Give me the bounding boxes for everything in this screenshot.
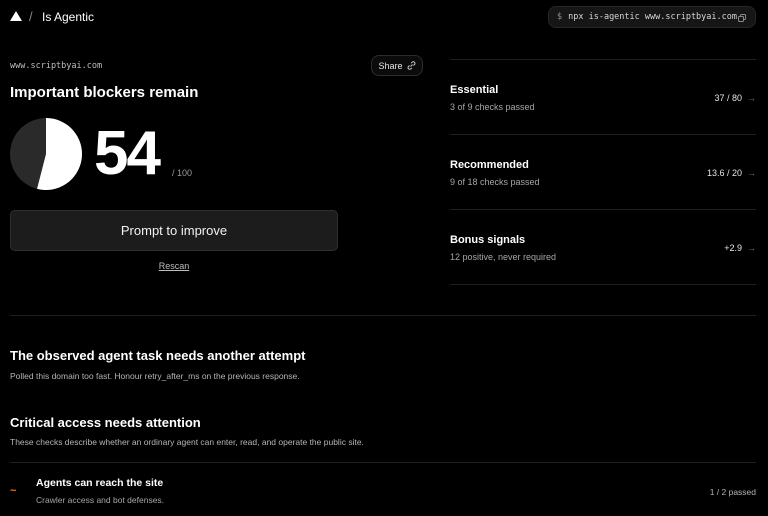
item-title: Agents can reach the site [36, 477, 164, 489]
check-row-essential[interactable]: Essential 3 of 9 checks passed 37 / 80 → [450, 60, 756, 135]
warning-marker-icon: ~ [10, 485, 17, 497]
check-title: Recommended [450, 159, 529, 171]
status-headline: Important blockers remain [10, 84, 199, 101]
check-title: Essential [450, 84, 499, 96]
agent-task-title: The observed agent task needs another at… [10, 348, 306, 363]
share-button[interactable]: Share [371, 55, 423, 76]
copy-icon[interactable] [738, 14, 746, 22]
list-divider [10, 462, 756, 463]
check-row-recommended[interactable]: Recommended 9 of 18 checks passed 13.6 /… [450, 135, 756, 210]
prompt-to-improve-button[interactable]: Prompt to improve [10, 210, 338, 251]
critical-access-text: These checks describe whether an ordinar… [10, 437, 364, 447]
command-text: npx is-agentic www.scriptbyai.com [568, 12, 738, 22]
score-max: / 100 [172, 168, 193, 178]
shell-prompt: $ [557, 12, 563, 22]
check-score: +2.9 [724, 243, 742, 253]
arrow-right-icon: → [747, 93, 756, 103]
score-value: 54 [94, 119, 161, 188]
check-subtitle: 3 of 9 checks passed [450, 102, 535, 112]
command-pill[interactable]: $ npx is-agentic www.scriptbyai.com [548, 6, 756, 28]
check-row-bonus-signals[interactable]: Bonus signals 12 positive, never require… [450, 210, 756, 285]
critical-access-title: Critical access needs attention [10, 415, 201, 430]
item-subtitle: Crawler access and bot defenses. [36, 495, 165, 505]
check-score: 37 / 80 [714, 93, 742, 103]
check-subtitle: 12 positive, never required [450, 252, 557, 262]
check-subtitle: 9 of 18 checks passed [450, 177, 540, 187]
arrow-right-icon: → [747, 168, 756, 178]
share-label: Share [378, 60, 403, 71]
rescan-link[interactable]: Rescan [159, 261, 190, 271]
link-icon [407, 61, 415, 70]
check-title: Bonus signals [450, 234, 526, 246]
check-categories: Essential 3 of 9 checks passed 37 / 80 → … [450, 59, 756, 285]
app-title[interactable]: Is Agentic [42, 10, 94, 24]
section-divider [10, 315, 756, 316]
agent-task-text: Polled this domain too fast. Honour retr… [10, 371, 300, 381]
domain-label: www.scriptbyai.com [10, 61, 103, 71]
score-gauge [10, 118, 82, 190]
top-bar: / Is Agentic $ npx is-agentic www.script… [0, 0, 768, 34]
triangle-logo-icon[interactable] [10, 11, 22, 21]
item-count: 1 / 2 passed [709, 487, 756, 497]
breadcrumb-separator: / [29, 9, 33, 24]
check-score: 13.6 / 20 [706, 168, 742, 178]
arrow-right-icon: → [747, 243, 756, 253]
